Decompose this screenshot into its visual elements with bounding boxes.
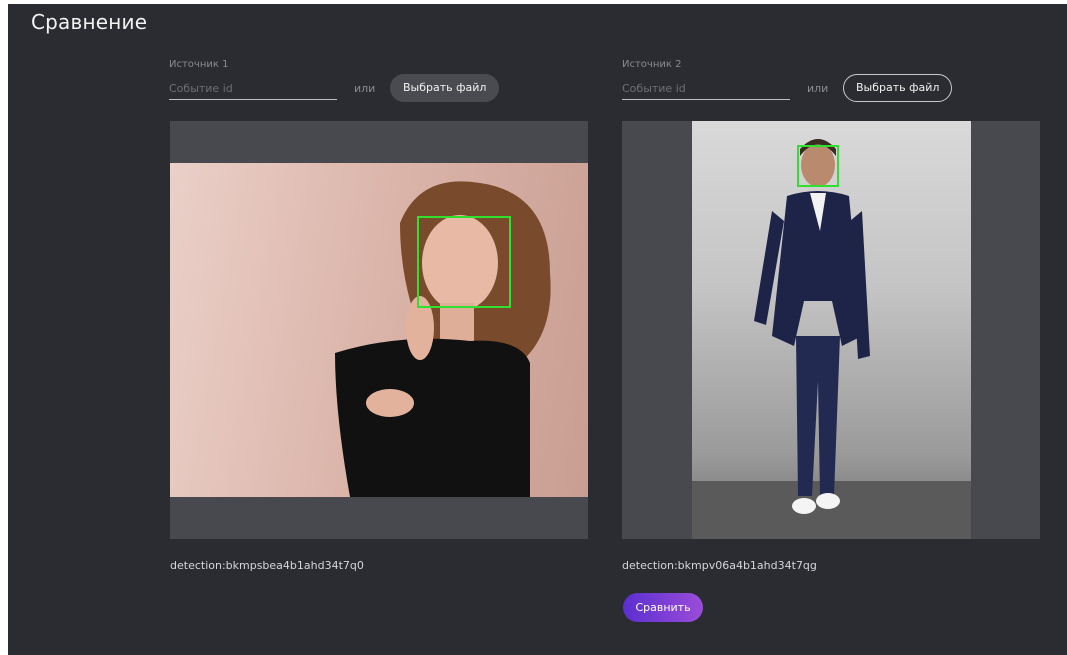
source-2-face-detection-box [797,145,839,187]
page-title: Сравнение [31,10,148,34]
source-1-controls: или Выбрать файл [169,74,589,116]
source-2-choose-file-button[interactable]: Выбрать файл [843,74,953,102]
source-2-panel: Источник 2 или Выбрать файл [622,59,1042,116]
source-1-image-preview [170,121,588,539]
source-2-event-id-input[interactable] [622,78,790,100]
source-1-label: Источник 1 [169,59,229,70]
woman-portrait-illustration [335,181,551,497]
source-1-choose-file-button[interactable]: Выбрать файл [390,74,500,102]
comparison-page: Сравнение Источник 1 или Выбрать файл Ис… [8,4,1067,655]
source-1-panel: Источник 1 или Выбрать файл [169,59,589,116]
source-2-controls: или Выбрать файл [622,74,1042,116]
source-2-photo [692,121,971,539]
source-1-face-detection-box [417,216,511,308]
source-2-or-text: или [807,82,829,95]
source-2-label: Источник 2 [622,59,682,70]
source-2-detection-id: detection:bkmpv06a4b1ahd34t7qg [622,559,817,572]
compare-button[interactable]: Сравнить [623,593,703,622]
source-1-event-id-input[interactable] [169,78,337,100]
source-1-or-text: или [354,82,376,95]
source-1-photo [170,163,588,497]
source-1-detection-id: detection:bkmpsbea4b1ahd34t7q0 [170,559,364,572]
source-2-image-preview [622,121,1040,539]
